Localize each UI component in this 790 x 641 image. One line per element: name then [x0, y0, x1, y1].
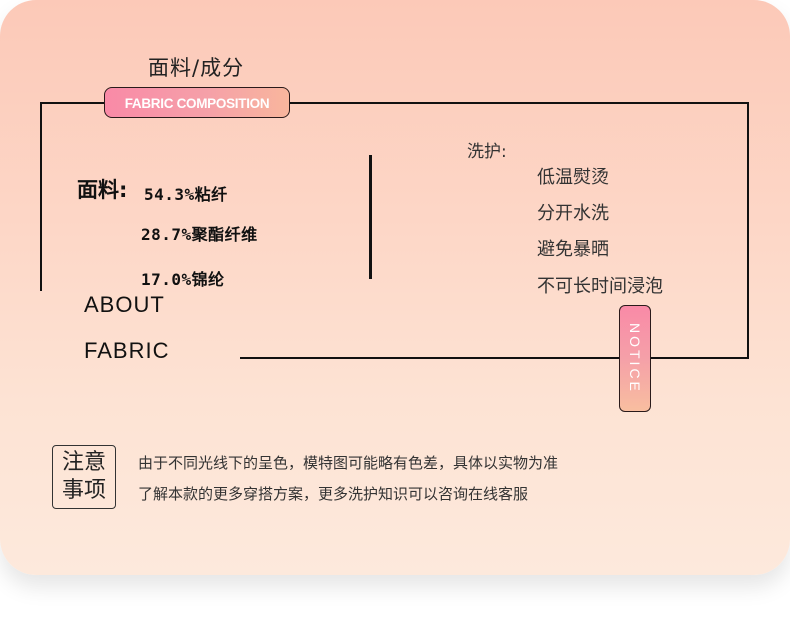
fabric-item: 54.3%粘纤: [144, 185, 228, 204]
column-divider: [369, 155, 372, 279]
frame-top-right-line: [290, 102, 749, 104]
care-item: 低温熨烫: [537, 167, 609, 188]
care-item: 分开水洗: [537, 203, 609, 224]
frame-bottom-line: [240, 357, 749, 359]
about-heading: ABOUT: [84, 292, 165, 317]
frame-left-line: [40, 102, 42, 291]
care-label: 洗护:: [467, 142, 507, 162]
note-line-1: 由于不同光线下的呈色，模特图可能略有色差，具体以实物为准: [138, 454, 559, 472]
care-item: 不可长时间浸泡: [537, 276, 663, 297]
notes-box-line1: 注意: [61, 450, 106, 475]
fabric-item: 28.7%聚酯纤维: [141, 225, 258, 244]
frame-top-left-line: [40, 102, 105, 104]
fabric-composition-badge: FABRIC COMPOSITION: [104, 87, 290, 118]
notes-box-line2: 事项: [61, 478, 106, 503]
fabric-heading: FABRIC: [84, 338, 170, 363]
frame-right-line: [747, 102, 749, 359]
notes-box: 注意 事项: [52, 445, 116, 509]
content-card: 面料/成分 FABRIC COMPOSITION 面料: 54.3%粘纤 28.…: [0, 0, 790, 575]
notice-text: NOTICE: [627, 323, 643, 394]
care-item: 避免暴晒: [537, 239, 609, 260]
fabric-label: 面料:: [77, 178, 128, 202]
page-title: 面料/成分: [148, 56, 245, 80]
fabric-item: 17.0%锦纶: [141, 270, 225, 289]
note-line-2: 了解本款的更多穿搭方案，更多洗护知识可以咨询在线客服: [138, 485, 529, 503]
notice-tag: NOTICE: [619, 305, 651, 412]
